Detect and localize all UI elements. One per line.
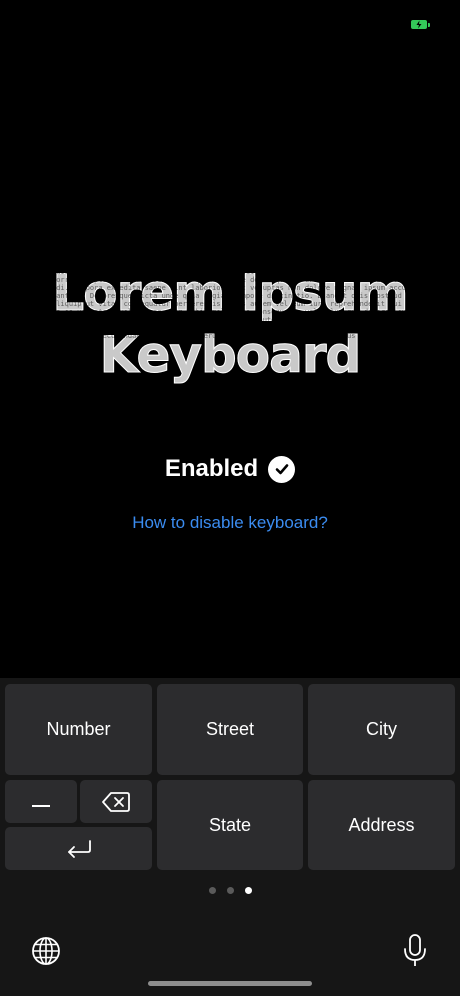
page-indicator[interactable] xyxy=(0,887,460,894)
keyboard: Number Street City State Address xyxy=(0,678,460,996)
microphone-icon xyxy=(404,934,426,966)
page-dot[interactable] xyxy=(226,887,234,894)
street-key[interactable]: Street xyxy=(157,684,303,775)
hero-title-line-1: Lorem Ipsum xyxy=(52,264,409,323)
hero-title: Lorem Ipsum Keyboard quis tempora aute h… xyxy=(0,262,460,386)
checkmark-circle-icon xyxy=(268,455,296,483)
page-dot-active[interactable] xyxy=(244,887,252,894)
state-key[interactable]: State xyxy=(157,780,303,870)
enabled-label: Enabled xyxy=(164,455,259,482)
globe-button[interactable] xyxy=(30,935,62,967)
microphone-button[interactable] xyxy=(402,933,428,969)
home-indicator[interactable] xyxy=(148,981,312,986)
space-key[interactable] xyxy=(5,780,77,823)
delete-backspace-icon xyxy=(102,791,130,812)
disable-keyboard-link[interactable]: How to disable keyboard? xyxy=(0,513,460,533)
battery-charging-icon xyxy=(411,20,430,29)
return-arrow-icon xyxy=(67,839,91,858)
globe-icon xyxy=(32,937,60,965)
number-key[interactable]: Number xyxy=(5,684,152,775)
enabled-status: Enabled xyxy=(0,455,460,483)
hero-title-line-2: Keyboard xyxy=(99,326,362,385)
screen: Lorem Ipsum Keyboard quis tempora aute h… xyxy=(0,0,460,996)
address-key[interactable]: Address xyxy=(308,780,455,870)
delete-key[interactable] xyxy=(80,780,152,823)
return-key[interactable] xyxy=(5,827,152,870)
city-key[interactable]: City xyxy=(308,684,455,775)
page-dot[interactable] xyxy=(208,887,216,894)
space-underscore-icon xyxy=(32,804,50,807)
